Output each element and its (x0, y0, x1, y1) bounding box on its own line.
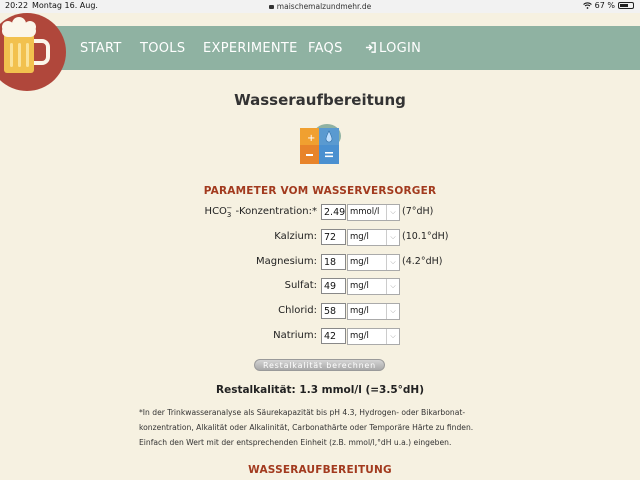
login-icon (365, 42, 376, 53)
unit-value: mg/l (350, 331, 369, 341)
footnote-line: konzentration, Alkalität oder Alkalinitä… (139, 423, 474, 432)
chevron-down-icon: ⌵ (386, 279, 399, 294)
unit-value: mmol/l (350, 207, 380, 217)
nav-start[interactable]: START (80, 41, 122, 56)
footnote: *In der Trinkwasseranalyse als Säurekapa… (139, 405, 519, 450)
section-heading-parameters: PARAMETER VOM WASSERVERSORGER (203, 185, 437, 197)
unit-value: mg/l (350, 306, 369, 316)
battery-percent: 67 % (594, 1, 615, 10)
param-label: Kalzium: (274, 231, 317, 242)
section-heading-treatment: WASSERAUFBEREITUNG (248, 464, 392, 476)
magnesium-input[interactable]: 18 (321, 254, 346, 270)
result-text: Restalkalität: 1.3 mmol/l (=3.5°dH) (216, 384, 424, 396)
hco3-input[interactable]: 2.49 (321, 204, 346, 220)
chevron-down-icon: ⌵ (386, 255, 399, 270)
address-bar[interactable]: maischemalzundmehr.de (0, 2, 640, 11)
site-logo[interactable] (0, 13, 66, 91)
param-label: Magnesium: (255, 256, 317, 267)
param-label: Natrium: (273, 330, 317, 341)
unit-value: mg/l (350, 232, 369, 242)
top-navigation: START TOOLS EXPERIMENTE FAQS LOGIN (0, 26, 640, 70)
calculator-icon: + (300, 124, 341, 164)
nav-tools[interactable]: TOOLS (140, 41, 185, 56)
page-title: Wasseraufbereitung (234, 91, 406, 109)
chlorid-unit-select[interactable]: mg/l ⌵ (347, 303, 400, 320)
param-dh: (10.1°dH) (402, 231, 449, 242)
battery-icon (618, 2, 634, 9)
kalzium-input[interactable]: 72 (321, 229, 346, 245)
param-dh: (4.2°dH) (402, 256, 443, 267)
nav-faqs[interactable]: FAQS (308, 41, 343, 56)
param-label: HCO3− -Konzentration:* (204, 204, 317, 219)
nav-experimente[interactable]: EXPERIMENTE (203, 41, 298, 56)
status-bar: 20:22 Montag 16. Aug. maischemalzundmehr… (0, 0, 640, 13)
lock-icon (268, 5, 274, 9)
footnote-line: Einfach den Wert mit der entsprechenden … (139, 438, 452, 447)
param-row-hco3: HCO3− -Konzentration:* 2.49 mmol/l ⌵ (7°d… (0, 204, 640, 222)
hco3-unit-select[interactable]: mmol/l ⌵ (347, 204, 400, 221)
svg-text:+: + (307, 133, 315, 144)
param-row-magnesium: Magnesium: 18 mg/l ⌵ (4.2°dH) (0, 254, 640, 272)
chlorid-input[interactable]: 58 (321, 303, 346, 319)
wifi-icon (582, 2, 592, 9)
kalzium-unit-select[interactable]: mg/l ⌵ (347, 229, 400, 246)
natrium-input[interactable]: 42 (321, 328, 346, 344)
param-label: Sulfat: (284, 280, 317, 291)
param-row-chlorid: Chlorid: 58 mg/l ⌵ (0, 303, 640, 321)
param-row-kalzium: Kalzium: 72 mg/l ⌵ (10.1°dH) (0, 229, 640, 247)
param-row-natrium: Natrium: 42 mg/l ⌵ (0, 328, 640, 346)
unit-value: mg/l (350, 281, 369, 291)
footnote-line: *In der Trinkwasseranalyse als Säurekapa… (139, 408, 466, 417)
chevron-down-icon: ⌵ (386, 329, 399, 344)
param-label: Chlorid: (278, 305, 317, 316)
url-text: maischemalzundmehr.de (276, 2, 372, 11)
chevron-down-icon: ⌵ (386, 230, 399, 245)
param-row-sulfat: Sulfat: 49 mg/l ⌵ (0, 278, 640, 296)
param-dh: (7°dH) (402, 206, 434, 217)
calculate-residual-alkalinity-button[interactable]: Restalkalität berechnen (254, 359, 385, 371)
unit-value: mg/l (350, 257, 369, 267)
beer-mug-icon (2, 17, 50, 73)
chevron-down-icon: ⌵ (386, 205, 399, 220)
nav-login[interactable]: LOGIN (365, 41, 421, 56)
sulfat-unit-select[interactable]: mg/l ⌵ (347, 278, 400, 295)
sulfat-input[interactable]: 49 (321, 278, 346, 294)
chevron-down-icon: ⌵ (386, 304, 399, 319)
natrium-unit-select[interactable]: mg/l ⌵ (347, 328, 400, 345)
nav-login-label: LOGIN (379, 41, 422, 56)
magnesium-unit-select[interactable]: mg/l ⌵ (347, 254, 400, 271)
